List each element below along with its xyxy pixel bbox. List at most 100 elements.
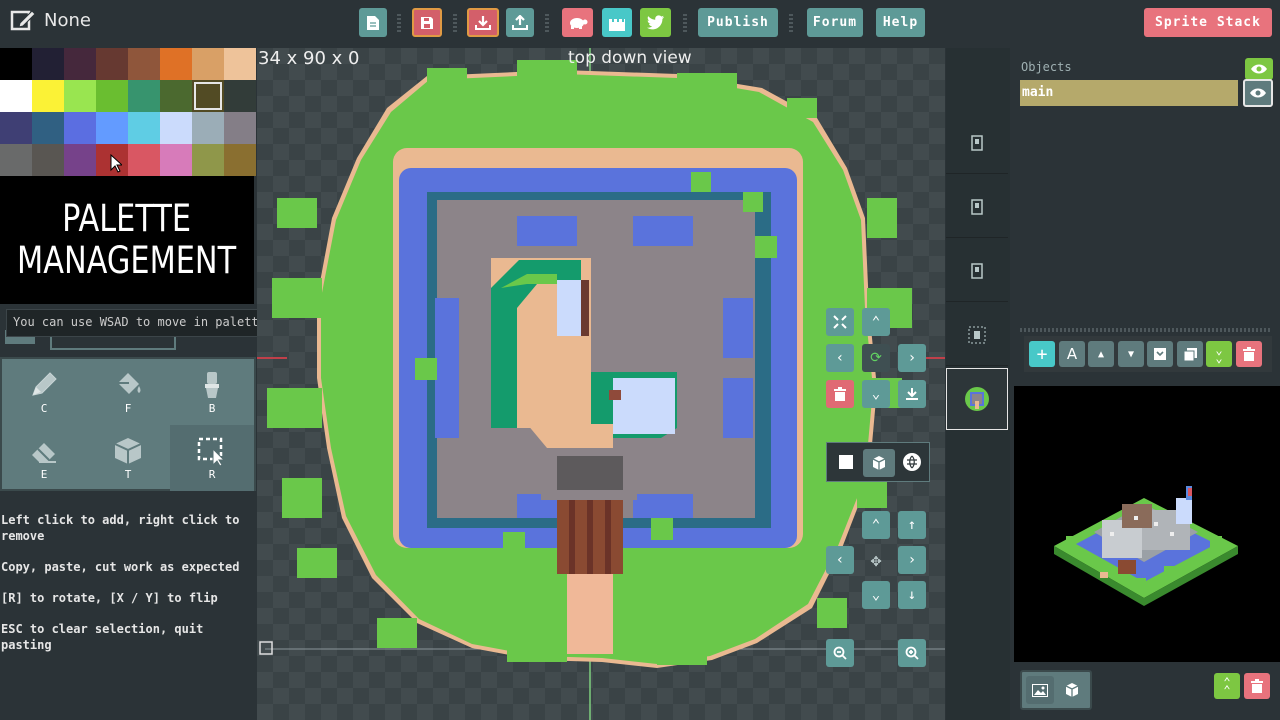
palette-swatch-selected[interactable] — [192, 80, 224, 112]
layer-thumbnail[interactable] — [946, 176, 1008, 238]
camera-left-button[interactable]: ‹ — [826, 344, 854, 372]
palette-swatch[interactable] — [32, 48, 64, 80]
layer-bottom-button[interactable]: ↓ — [898, 581, 926, 609]
palette-swatch[interactable] — [128, 144, 160, 176]
palette-swatch[interactable] — [0, 48, 32, 80]
cube-tool[interactable]: T — [86, 425, 170, 491]
layer-thumbnail-selected[interactable] — [946, 368, 1008, 430]
palette-swatch[interactable] — [192, 48, 224, 80]
turtle-button[interactable] — [562, 8, 593, 37]
expand-preview-button[interactable]: ⌃ ⌃ — [1214, 673, 1240, 699]
palette-swatch[interactable] — [96, 80, 128, 112]
3d-preview[interactable] — [1014, 386, 1280, 662]
sprite-stack-button[interactable]: Sprite Stack — [1144, 8, 1272, 37]
help-button[interactable]: Help — [876, 8, 925, 37]
palette-swatch[interactable] — [32, 112, 64, 144]
palette-swatch[interactable] — [128, 48, 160, 80]
palette-swatch[interactable] — [224, 48, 256, 80]
palette-swatch[interactable] — [160, 144, 192, 176]
rotate-view-button[interactable]: ⟳ — [862, 344, 890, 372]
flat-view-icon[interactable] — [839, 455, 853, 469]
palette-swatch[interactable] — [64, 144, 96, 176]
palette-swatch[interactable] — [64, 48, 96, 80]
download-button[interactable] — [467, 8, 499, 37]
layer-thumbnail[interactable] — [946, 304, 1008, 366]
palette-swatch[interactable] — [160, 48, 192, 80]
rename-object-button[interactable]: A — [1059, 341, 1085, 367]
caret-down-icon: ▼ — [1127, 348, 1135, 360]
pencil-tool[interactable]: C — [2, 359, 86, 425]
palette-swatch[interactable] — [0, 144, 32, 176]
palette-swatch[interactable] — [32, 144, 64, 176]
camera-right-button[interactable]: › — [898, 344, 926, 372]
save-button[interactable] — [412, 8, 442, 37]
objects-header: Objects — [1021, 60, 1072, 74]
palette-swatch[interactable] — [224, 80, 256, 112]
palette-swatch[interactable] — [96, 48, 128, 80]
layer-up-button[interactable]: ⌃ — [862, 511, 890, 539]
image-mode-button[interactable] — [1026, 676, 1054, 704]
fill-tool[interactable]: F — [86, 359, 170, 425]
palette-swatch[interactable] — [192, 144, 224, 176]
forum-button[interactable]: Forum — [807, 8, 863, 37]
chevron-down-icon: ⌄ — [871, 386, 881, 402]
layer-down-button[interactable]: ⌄ — [862, 581, 890, 609]
delete-object-button[interactable] — [1236, 341, 1262, 367]
palette-swatch[interactable] — [64, 112, 96, 144]
collapse-object-button[interactable]: ⌄ ⌄ — [1206, 341, 1232, 367]
toggle-visibility-all-button[interactable] — [1245, 58, 1273, 80]
move-object-down-button[interactable]: ▼ — [1118, 341, 1144, 367]
palette-swatch[interactable] — [224, 144, 256, 176]
view-mode-label: top down view — [568, 48, 692, 68]
export-layer-button[interactable] — [898, 380, 926, 408]
banner-line-2: MANAGEMENT — [17, 239, 237, 282]
palette-swatch[interactable] — [160, 112, 192, 144]
move-icon[interactable]: ✥ — [862, 546, 890, 574]
zoom-in-button[interactable] — [898, 639, 926, 667]
eraser-key: E — [40, 467, 48, 481]
layer-thumbnail[interactable] — [946, 112, 1008, 174]
zoom-out-button[interactable] — [826, 639, 854, 667]
chevron-right-icon: › — [907, 350, 917, 366]
globe-icon[interactable] — [903, 453, 921, 471]
layer-thumbnail[interactable] — [946, 240, 1008, 302]
duplicate-object-button[interactable] — [1177, 341, 1203, 367]
file-title[interactable]: None — [10, 8, 91, 32]
object-item-main[interactable]: main — [1020, 80, 1238, 106]
palette-swatch[interactable] — [0, 112, 32, 144]
add-object-button[interactable]: + — [1029, 341, 1055, 367]
brush-key: B — [208, 401, 216, 415]
palette-swatch[interactable] — [0, 80, 32, 112]
voxel-mode-button[interactable] — [1058, 676, 1086, 704]
brush-tool[interactable]: B — [170, 359, 254, 425]
instruction-line: Left click to add, right click to remove — [1, 513, 240, 543]
move-right-button[interactable]: › — [898, 546, 926, 574]
palette-swatch[interactable] — [192, 112, 224, 144]
palette-swatch[interactable] — [64, 80, 96, 112]
3d-view-button[interactable] — [863, 449, 895, 477]
move-left-button[interactable]: ‹ — [826, 546, 854, 574]
camera-up-button[interactable]: ⌃ — [862, 308, 890, 336]
publish-button[interactable]: Publish — [698, 8, 778, 37]
palette-swatch[interactable] — [128, 80, 160, 112]
palette-swatch[interactable] — [224, 112, 256, 144]
palette-swatch[interactable] — [160, 80, 192, 112]
palette-swatch[interactable] — [32, 80, 64, 112]
twitter-button[interactable] — [640, 8, 671, 37]
merge-object-button[interactable] — [1147, 341, 1173, 367]
new-file-button[interactable] — [359, 8, 387, 37]
eraser-tool[interactable]: E — [2, 425, 86, 491]
move-object-up-button[interactable]: ▲ — [1088, 341, 1114, 367]
layer-top-button[interactable]: ↑ — [898, 511, 926, 539]
palette-swatch[interactable] — [128, 112, 160, 144]
upload-button[interactable] — [506, 8, 534, 37]
select-tool[interactable]: R — [170, 425, 254, 491]
delete-layer-button[interactable] — [826, 380, 854, 408]
fit-view-button[interactable] — [826, 308, 854, 336]
castle-button[interactable] — [602, 8, 632, 37]
toggle-visibility-main-button[interactable] — [1243, 79, 1273, 107]
camera-down-button[interactable]: ⌄ — [862, 380, 890, 408]
palette-swatch[interactable] — [96, 112, 128, 144]
clear-preview-button[interactable] — [1244, 673, 1270, 699]
canvas-dimensions: 34 x 90 x 0 — [258, 48, 360, 69]
